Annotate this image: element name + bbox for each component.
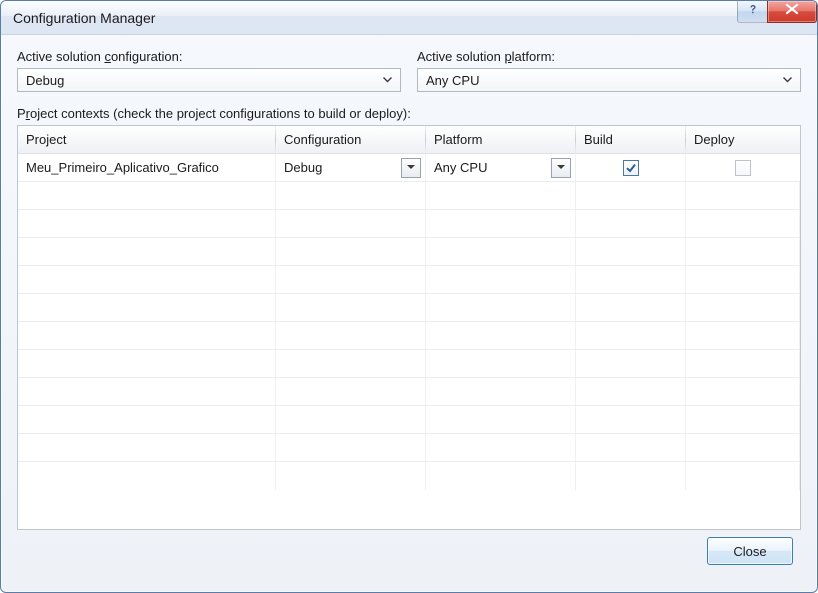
- solution-platform-value: Any CPU: [426, 73, 778, 88]
- row-platform-value: Any CPU: [434, 160, 551, 175]
- row-configuration-value: Debug: [284, 160, 401, 175]
- help-button[interactable]: [737, 1, 767, 23]
- row-platform-combo[interactable]: Any CPU: [434, 154, 567, 181]
- deploy-checkbox[interactable]: [735, 160, 751, 176]
- titlebar: Configuration Manager: [1, 1, 817, 35]
- cell-deploy: [686, 154, 800, 181]
- solution-platform-combo[interactable]: Any CPU: [417, 68, 801, 92]
- chevron-down-icon: [378, 77, 396, 83]
- chevron-down-icon: [778, 77, 796, 83]
- cell-project-name: Meu_Primeiro_Aplicativo_Grafico: [18, 154, 276, 181]
- titlebar-buttons: [737, 1, 817, 34]
- header-deploy[interactable]: Deploy: [686, 126, 800, 153]
- header-platform[interactable]: Platform: [426, 126, 576, 153]
- grid-body: Meu_Primeiro_Aplicativo_Grafico Debug An…: [18, 154, 800, 529]
- check-icon: [625, 162, 637, 174]
- cell-configuration: Debug: [276, 154, 426, 181]
- solution-platform-group: Active solution platform: Any CPU: [417, 49, 801, 92]
- footer: Close: [17, 530, 801, 578]
- content-area: Active solution configuration: Debug Act…: [1, 35, 817, 592]
- chevron-down-icon: [551, 158, 571, 178]
- help-icon: [746, 2, 760, 21]
- project-contexts-grid: Project Configuration Platform Build Dep…: [17, 125, 801, 530]
- close-button[interactable]: [767, 1, 817, 23]
- build-checkbox[interactable]: [623, 160, 639, 176]
- cell-platform: Any CPU: [426, 154, 576, 181]
- chevron-down-icon: [401, 158, 421, 178]
- grid-header: Project Configuration Platform Build Dep…: [18, 126, 800, 154]
- project-contexts-label: Project contexts (check the project conf…: [17, 106, 801, 121]
- header-configuration[interactable]: Configuration: [276, 126, 426, 153]
- top-fields-row: Active solution configuration: Debug Act…: [17, 49, 801, 92]
- solution-config-label: Active solution configuration:: [17, 49, 401, 64]
- close-dialog-button[interactable]: Close: [707, 537, 793, 565]
- table-row: Meu_Primeiro_Aplicativo_Grafico Debug An…: [18, 154, 800, 182]
- solution-config-group: Active solution configuration: Debug: [17, 49, 401, 92]
- solution-config-combo[interactable]: Debug: [17, 68, 401, 92]
- window-title: Configuration Manager: [13, 10, 737, 26]
- close-icon: [785, 2, 799, 20]
- solution-platform-label: Active solution platform:: [417, 49, 801, 64]
- empty-rows: [18, 182, 800, 490]
- header-build[interactable]: Build: [576, 126, 686, 153]
- solution-config-value: Debug: [26, 73, 378, 88]
- cell-build: [576, 154, 686, 181]
- configuration-manager-window: Configuration Manager Active solution co…: [0, 0, 818, 593]
- header-project[interactable]: Project: [18, 126, 276, 153]
- row-configuration-combo[interactable]: Debug: [284, 154, 417, 181]
